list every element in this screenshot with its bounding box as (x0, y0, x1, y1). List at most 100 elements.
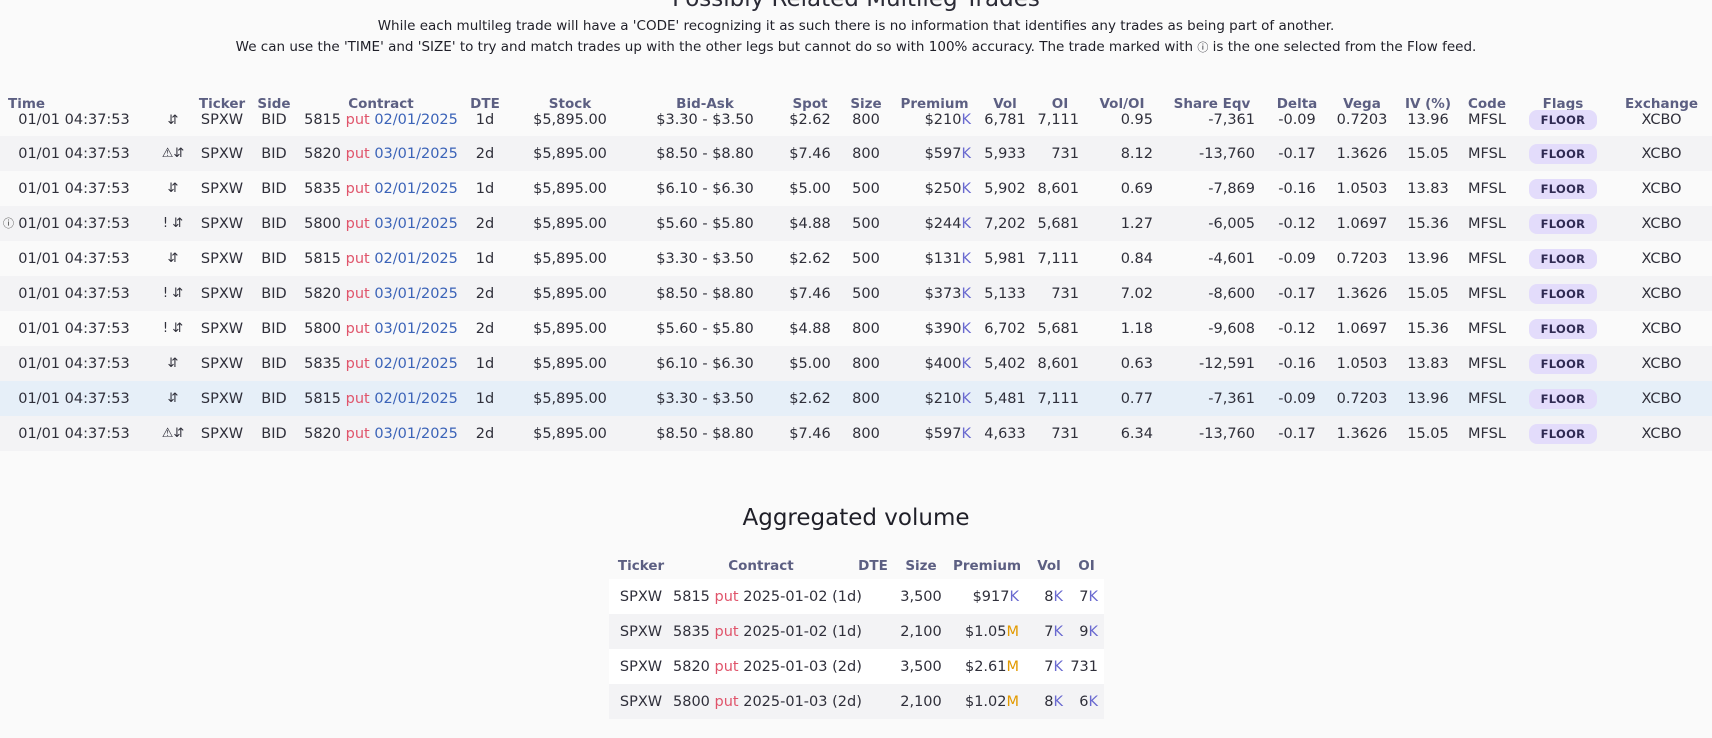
agg-table-row[interactable]: SPXW 5835 put 2025-01-02 (1d) 2,100 $1.05M 7… (609, 614, 1104, 649)
cell-exchange: XCBO (1611, 136, 1712, 171)
table-row[interactable]: 01/01 04:37:53 ⚠⇵ SPXW BID 5820 put 03/01/20… (0, 136, 1712, 171)
cell-oi: 7,111 (1037, 112, 1079, 128)
cell-vol-oi: 0.77 (1087, 381, 1157, 416)
agg-col-vol[interactable]: Vol (1029, 553, 1069, 579)
cell-ticker[interactable]: SPXW (198, 311, 246, 346)
table-row[interactable]: 01/01 04:37:53 ! ⇵ SPXW BID 5800 put 03/01/2… (0, 311, 1712, 346)
agg-cell-contract[interactable]: 5800 put 2025-01-03 (2d) (673, 684, 862, 719)
cell-dte: 1d (475, 180, 495, 197)
agg-col-dte[interactable]: DTE (849, 553, 897, 579)
cell-delta: -0.09 (1267, 381, 1327, 416)
agg-col-size[interactable]: Size (897, 553, 945, 579)
agg-cell-size: 2,100 (897, 684, 945, 719)
cell-contract[interactable]: 5815 put 02/01/2025 (302, 241, 460, 276)
cell-side: BID (246, 416, 302, 451)
flag-badge: FLOOR (1528, 248, 1598, 269)
cell-side: BID (246, 381, 302, 416)
table-row[interactable]: 01/01 04:37:53 ⇵ SPXW BID 5815 put 02/01/202… (0, 110, 1712, 136)
cell-delta: -0.16 (1278, 180, 1316, 197)
cell-ticker[interactable]: SPXW (198, 346, 246, 381)
agg-cell-contract[interactable]: 5815 put 2025-01-02 (1d) (673, 579, 862, 614)
agg-cell-contract[interactable]: 5820 put 2025-01-03 (2d) (673, 649, 862, 684)
cell-dte: 1d (460, 346, 510, 381)
table-row[interactable]: ⓘ 01/01 04:37:53! ⇵ SPXW BID 5800 put 03/01/… (0, 206, 1712, 241)
cell-contract[interactable]: 5820 put 03/01/2025 (302, 136, 460, 171)
cell-code: MFSL (1468, 112, 1506, 128)
cell-oi: 7,111 (1037, 250, 1079, 267)
cell-vol: 5,981 (984, 250, 1026, 267)
table-row[interactable]: 01/01 04:37:53 ⇵ SPXW BID 5835 put 02/01/202… (0, 346, 1712, 381)
cell-vega: 0.7203 (1336, 112, 1388, 128)
table-row[interactable]: 01/01 04:37:53! ⇵ SPXW BID 5820 put 03/01/2… (0, 276, 1712, 311)
selected-trade-info-icon: ⓘ (3, 216, 14, 230)
cell-oi: 7,111 (1033, 381, 1087, 416)
agg-col-premium[interactable]: Premium (945, 553, 1029, 579)
cell-ticker[interactable]: SPXW (198, 206, 246, 241)
cell-stock: $5,895.00 (510, 136, 630, 171)
flag-badge: FLOOR (1528, 423, 1598, 444)
cell-exchange: XCBO (1641, 250, 1682, 267)
cell-premium: $250K (924, 180, 971, 197)
cell-contract[interactable]: 5835 put 02/01/2025 (302, 171, 460, 206)
table-row[interactable]: 01/01 04:37:53 ⇵ SPXW BID 5815 put 02/01/202… (0, 241, 1712, 276)
cell-premium: $597K (892, 416, 977, 451)
description-line-1: While each multileg trade will have a 'C… (377, 18, 1335, 34)
cell-contract[interactable]: 5820 put 03/01/2025 (302, 416, 460, 451)
cell-size: 800 (840, 381, 892, 416)
flag-badge: FLOOR (1528, 318, 1598, 339)
cell-dte: 2d (460, 206, 510, 241)
cell-iv: 15.05 (1397, 136, 1459, 171)
agg-col-contract[interactable]: Contract (673, 553, 849, 579)
cell-oi: 731 (1033, 416, 1087, 451)
cell-vol-oi: 0.69 (1120, 180, 1153, 197)
cell-ticker[interactable]: SPXW (198, 416, 246, 451)
cell-contract[interactable]: 5815 put 02/01/2025 (302, 112, 460, 136)
table-row[interactable]: 01/01 04:37:53 ⇵ SPXW BID 5835 put 02/01/202… (0, 171, 1712, 206)
table-row[interactable]: 01/01 04:37:53 ⚠⇵ SPXW BID 5820 put 03/01/20… (0, 416, 1712, 451)
cell-oi: 8,601 (1033, 346, 1087, 381)
cell-contract[interactable]: 5800 put 03/01/2025 (302, 206, 460, 241)
agg-col-oi[interactable]: OI (1069, 553, 1104, 579)
cell-vol-oi: 6.34 (1087, 416, 1157, 451)
cell-flags: FLOOR (1515, 311, 1611, 346)
cell-side: BID (246, 206, 302, 241)
cell-ticker[interactable]: SPXW (198, 381, 246, 416)
agg-table-row[interactable]: SPXW 5815 put 2025-01-02 (1d) 3,500 $917K 8K… (609, 579, 1104, 614)
cell-premium: $210K (924, 112, 971, 128)
cell-flags: FLOOR (1515, 416, 1611, 451)
cell-delta: -0.12 (1267, 206, 1327, 241)
cell-vol: 6,781 (984, 112, 1026, 128)
agg-cell-vol: 7K (1029, 649, 1069, 684)
agg-cell-ticker: SPXW (609, 649, 673, 684)
cell-ticker[interactable]: SPXW (198, 136, 246, 171)
cell-iv: 13.96 (1397, 381, 1459, 416)
cell-contract[interactable]: 5800 put 03/01/2025 (302, 311, 460, 346)
cell-ticker[interactable]: SPXW (198, 112, 246, 136)
cell-contract[interactable]: 5835 put 02/01/2025 (302, 346, 460, 381)
cell-iv: 15.36 (1397, 206, 1459, 241)
cell-ticker[interactable]: SPXW (198, 241, 246, 276)
cell-delta: -0.17 (1267, 416, 1327, 451)
cell-ticker[interactable]: SPXW (198, 171, 246, 206)
cell-share-eqv: -7,869 (1208, 180, 1255, 197)
description-line-2: We can use the 'TIME' and 'SIZE' to try … (0, 39, 1712, 55)
table-row[interactable]: 01/01 04:37:53 ⇵ SPXW BID 5815 put 02/01/202… (0, 381, 1712, 416)
cell-time: 01/01 04:37:53 (18, 180, 130, 197)
cell-contract[interactable]: 5820 put 03/01/2025 (302, 276, 460, 311)
cell-exchange: XCBO (1611, 381, 1712, 416)
agg-table-row[interactable]: SPXW 5800 put 2025-01-03 (2d) 2,100 $1.02M 8… (609, 684, 1104, 719)
agg-cell-contract[interactable]: 5835 put 2025-01-02 (1d) (673, 614, 862, 649)
cell-bid-ask: $8.50 - $8.80 (630, 416, 780, 451)
agg-col-ticker[interactable]: Ticker (609, 553, 673, 579)
cell-dte: 2d (475, 320, 495, 337)
agg-table-row[interactable]: SPXW 5820 put 2025-01-03 (2d) 3,500 $2.61M 7… (609, 649, 1104, 684)
cell-dte: 1d (460, 381, 510, 416)
cell-contract[interactable]: 5815 put 02/01/2025 (302, 381, 460, 416)
cell-size: 800 (840, 136, 892, 171)
trade-indicator-icons: ⇵ (167, 251, 179, 266)
trade-indicator-icons: ! ⇵ (162, 321, 184, 336)
agg-cell-oi: 9K (1069, 614, 1104, 649)
cell-code: MFSL (1468, 320, 1506, 337)
cell-bid-ask: $6.10 - $6.30 (630, 346, 780, 381)
cell-ticker[interactable]: SPXW (198, 276, 246, 311)
